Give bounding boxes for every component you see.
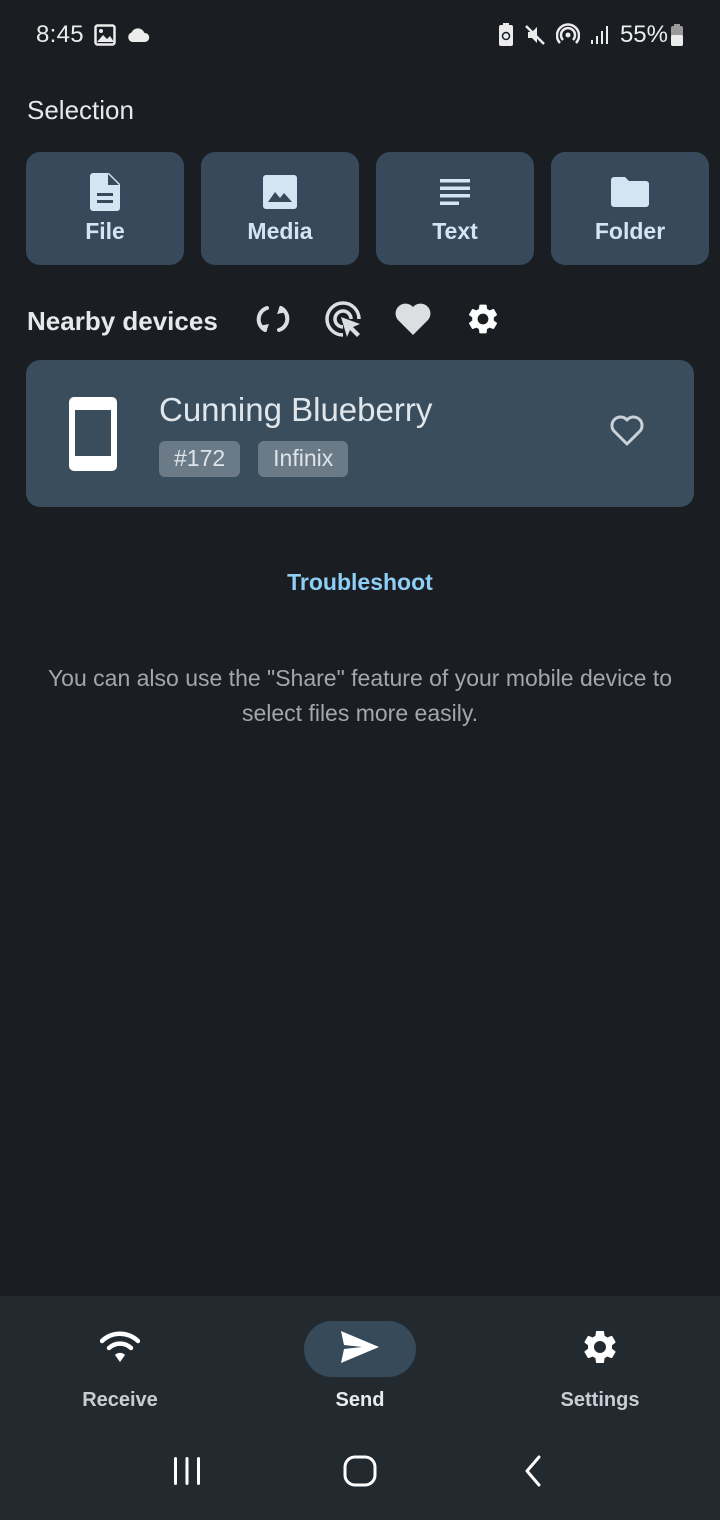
- nearby-settings-button[interactable]: [448, 300, 518, 342]
- folder-tile[interactable]: Folder: [551, 152, 709, 265]
- file-icon: [90, 172, 120, 212]
- battery-saver-icon: [498, 23, 514, 47]
- nearby-devices-title: Nearby devices: [27, 305, 218, 336]
- signal-icon: [590, 25, 610, 45]
- heart-outline-icon: [609, 415, 645, 452]
- hotspot-icon: [555, 23, 580, 47]
- troubleshoot-link[interactable]: Troubleshoot: [0, 569, 720, 596]
- nav-settings-pill: [544, 1321, 656, 1377]
- favorite-device-button[interactable]: [597, 404, 657, 464]
- text-label: Text: [432, 218, 478, 244]
- folder-label: Folder: [594, 218, 666, 244]
- recent-apps-icon: [172, 1456, 202, 1491]
- home-button[interactable]: [320, 1443, 400, 1503]
- device-info: Cunning Blueberry #172 Infinix: [159, 391, 597, 477]
- status-bar: 8:45 55%: [0, 0, 720, 70]
- gallery-icon: [94, 24, 116, 46]
- device-id-badge: #172: [159, 440, 241, 477]
- file-tile[interactable]: File: [26, 152, 184, 265]
- target-icon: [324, 300, 362, 343]
- device-name: Cunning Blueberry: [159, 390, 433, 428]
- media-tile[interactable]: Media: [201, 152, 359, 265]
- back-button[interactable]: [493, 1443, 573, 1503]
- favorites-icon: [394, 302, 432, 341]
- nav-settings-label: Settings: [560, 1389, 640, 1411]
- nav-receive[interactable]: Receive: [0, 1296, 240, 1426]
- text-tile[interactable]: Text: [376, 152, 534, 265]
- refresh-button[interactable]: [238, 300, 308, 342]
- recent-apps-button[interactable]: [147, 1443, 227, 1503]
- file-label: File: [85, 218, 125, 244]
- selection-tiles: File Media Text Folder: [26, 152, 709, 265]
- nearby-devices-header: Nearby devices: [27, 300, 518, 342]
- nav-send-label: Send: [335, 1389, 385, 1411]
- nav-send[interactable]: Send: [240, 1296, 480, 1426]
- back-icon: [523, 1455, 543, 1492]
- device-card[interactable]: Cunning Blueberry #172 Infinix: [26, 360, 694, 507]
- folder-icon: [611, 172, 649, 212]
- bottom-nav: Receive Send Settings: [0, 1296, 720, 1426]
- device-model-badge: Infinix: [258, 440, 349, 477]
- cloud-icon: [126, 27, 150, 43]
- mute-icon: [524, 24, 546, 46]
- smartphone-icon: [69, 396, 117, 471]
- wifi-icon: [99, 1331, 141, 1368]
- settings-icon: [465, 301, 501, 342]
- gear-icon: [580, 1327, 620, 1372]
- nav-receive-pill: [64, 1321, 176, 1377]
- image-icon: [263, 172, 297, 212]
- nav-send-pill: [304, 1321, 416, 1377]
- nav-receive-label: Receive: [82, 1389, 158, 1411]
- scan-target-button[interactable]: [308, 300, 378, 342]
- send-icon: [340, 1330, 380, 1369]
- share-hint-text: You can also use the "Share" feature of …: [47, 665, 673, 726]
- status-left: 8:45: [36, 21, 150, 49]
- battery-percent: 55%: [619, 21, 668, 48]
- text-icon: [440, 172, 470, 212]
- refresh-icon: [256, 302, 290, 341]
- status-time: 8:45: [36, 21, 84, 48]
- selection-title: Selection: [27, 95, 134, 125]
- favorites-button[interactable]: [378, 300, 448, 342]
- battery-icon: [670, 23, 684, 47]
- media-label: Media: [247, 218, 313, 244]
- home-icon: [343, 1454, 377, 1493]
- nav-settings[interactable]: Settings: [480, 1296, 720, 1426]
- system-nav-bar: [0, 1426, 720, 1520]
- device-badges: #172 Infinix: [159, 440, 597, 477]
- status-right: 55%: [498, 21, 684, 49]
